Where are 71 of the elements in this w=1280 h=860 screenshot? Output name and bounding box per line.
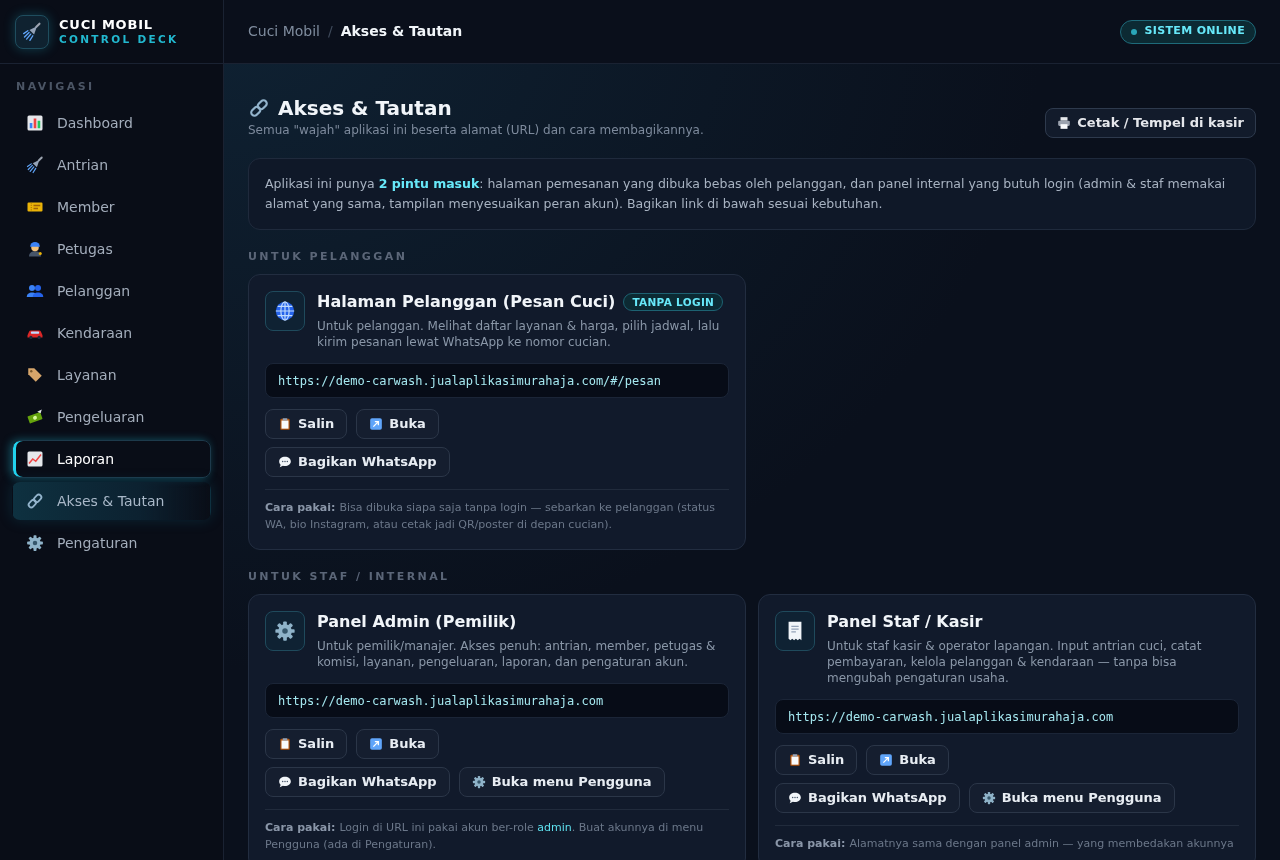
card-description: Untuk staf kasir & operator lapangan. Input antrian cuci, catat pembayaran, kelola pelanggan & kendaraan — tanpa bisa mengubah pengaturan usaha. xyxy=(827,638,1203,686)
url-field[interactable]: https://demo-carwash.jualaplikasimurahaja.com/#/pesan xyxy=(265,363,729,398)
card-title: Halaman Pelanggan (Pesan Cuci) xyxy=(317,291,616,313)
open-button[interactable]: Buka xyxy=(356,409,439,439)
card-description: Untuk pemilik/manajer. Akses penuh: antrian, member, petugas & komisi, layanan, pengeluaran, laporan, dan pengaturan akun. xyxy=(317,638,717,670)
worker-icon xyxy=(26,240,44,258)
breadcrumb-link[interactable]: Cuci Mobil xyxy=(248,21,320,42)
sidebar-item[interactable]: Layanan xyxy=(12,356,211,394)
usage-note: Cara pakai: Login di URL ini pakai akun ber-role admin. Buat akunnya di menu Pengguna (ada di Pengaturan). xyxy=(265,809,729,853)
card-description: Untuk pelanggan. Melihat daftar layanan & harga, pilih jadwal, lalu kirim pesanan lewat WhatsApp ke nomor cucian. xyxy=(317,318,721,350)
copy-button[interactable]: Salin xyxy=(265,729,348,759)
copy-button[interactable]: Salin xyxy=(775,745,858,775)
page-subtitle: Semua "wajah" aplikasi ini beserta alamat (URL) dan cara membagikannya. xyxy=(248,122,704,138)
link-icon xyxy=(248,97,270,119)
url-field[interactable]: https://demo-carwash.jualaplikasimurahaja.com xyxy=(775,699,1239,734)
user-menu-button[interactable]: Buka menu Pengguna xyxy=(968,783,1175,813)
sidebar-item[interactable]: Pengeluaran xyxy=(12,398,211,436)
breadcrumb-current: Akses & Tautan xyxy=(340,22,463,41)
nav-section-label: NAVIGASI xyxy=(15,79,96,95)
clipboard-icon xyxy=(278,417,292,431)
clipboard-icon xyxy=(788,753,802,767)
whatsapp-share-button[interactable]: Bagikan WhatsApp xyxy=(265,447,450,477)
whatsapp-share-button[interactable]: Bagikan WhatsApp xyxy=(265,767,450,797)
money-icon xyxy=(26,408,44,426)
receipt-icon xyxy=(775,611,815,651)
gear-icon xyxy=(981,791,996,805)
gear-icon xyxy=(471,775,486,789)
sidebar-item[interactable]: Laporan xyxy=(12,440,211,478)
sidebar-item[interactable]: Pelanggan xyxy=(12,272,211,310)
sidebar-item[interactable]: Member xyxy=(12,188,211,226)
speech-bubble-icon xyxy=(278,775,292,789)
link-icon xyxy=(26,492,44,510)
sidebar-item[interactable]: Petugas xyxy=(12,230,211,268)
sidebar-item[interactable]: Pengaturan xyxy=(12,524,211,562)
printer-icon xyxy=(1057,116,1072,130)
sidebar-item[interactable]: Akses & Tautan xyxy=(12,482,211,520)
user-menu-button[interactable]: Buka menu Pengguna xyxy=(458,767,665,797)
sidebar-item[interactable]: Kendaraan xyxy=(12,314,211,352)
gear-icon xyxy=(26,534,44,552)
print-button[interactable]: Cetak / Tempel di kasir xyxy=(1045,108,1256,138)
section-label: UNTUK STAF / INTERNAL xyxy=(248,569,451,585)
people-icon xyxy=(26,282,44,300)
speech-bubble-icon xyxy=(788,791,802,805)
login-badge: TANPA LOGIN xyxy=(623,293,724,311)
intro-text: Aplikasi ini punya 2 pintu masuk: halaman pemesanan yang dibuka bebas oleh pelanggan, dan panel internal yang butuh login (admin & staf memakai alamat yang sama, tampilan menyesuaikan peran akun). Bagikan link di bawah sesuai kebutuhan. xyxy=(265,175,1227,213)
card-title: Panel Staf / Kasir xyxy=(827,611,983,633)
tag-icon xyxy=(26,366,44,384)
url-field[interactable]: https://demo-carwash.jualaplikasimurahaja.com xyxy=(265,683,729,718)
speech-bubble-icon xyxy=(278,455,292,469)
open-button[interactable]: Buka xyxy=(356,729,439,759)
usage-note: Cara pakai: Alamatnya sama dengan panel admin — yang membedakan akunnya xyxy=(775,825,1239,852)
brand-name: CUCI MOBIL xyxy=(59,17,154,32)
breadcrumb-separator: / xyxy=(328,22,333,41)
globe-icon xyxy=(265,291,305,331)
section-label: UNTUK PELANGGAN xyxy=(248,249,409,265)
copy-button[interactable]: Salin xyxy=(265,409,348,439)
shower-head-icon xyxy=(26,156,44,174)
open-button[interactable]: Buka xyxy=(866,745,949,775)
bar-chart-icon xyxy=(26,114,44,132)
card-title: Panel Admin (Pemilik) xyxy=(317,611,517,633)
sidebar-item[interactable]: Antrian xyxy=(12,146,211,184)
shower-head-icon xyxy=(15,14,49,49)
clipboard-icon xyxy=(278,737,292,751)
page-title: Akses & Tautan xyxy=(278,95,452,122)
status-label: SISTEM ONLINE xyxy=(1144,23,1245,40)
usage-note: Cara pakai: Bisa dibuka siapa saja tanpa login — sebarkan ke pelanggan (status WA, bio Instagram, atau cetak jadi QR/poster di depan cucian). xyxy=(265,489,729,533)
gear-icon xyxy=(265,611,305,651)
line-chart-icon xyxy=(26,450,44,468)
sidebar-item[interactable]: Dashboard xyxy=(12,104,211,142)
whatsapp-share-button[interactable]: Bagikan WhatsApp xyxy=(775,783,960,813)
brand-tagline: CONTROL DECK xyxy=(59,32,179,46)
